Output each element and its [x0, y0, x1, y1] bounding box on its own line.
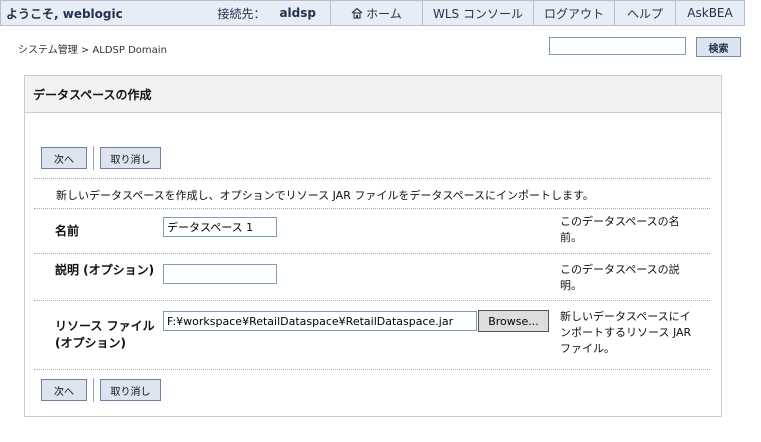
resource-file-label: リソース ファイル (オプション)	[55, 319, 155, 350]
name-hint: このデータスペースの名前。	[560, 215, 680, 244]
breadcrumb[interactable]: システム管理 > ALDSP Domain	[18, 41, 167, 56]
description-input[interactable]	[163, 264, 277, 284]
name-label: 名前	[55, 224, 80, 238]
search-button[interactable]: 検索	[696, 37, 741, 57]
name-input[interactable]	[163, 217, 277, 237]
home-link[interactable]: ホーム	[330, 1, 422, 25]
resource-file-hint: 新しいデータスペースにインポートするリソース JAR ファイル。	[560, 310, 692, 355]
resource-file-input[interactable]	[163, 311, 477, 331]
wls-console-label: WLS コンソール	[433, 6, 523, 21]
button-separator-bottom	[93, 378, 94, 402]
search-input[interactable]	[549, 37, 686, 55]
help-label: ヘルプ	[626, 6, 663, 21]
browse-button[interactable]: Browse...	[478, 310, 549, 332]
button-separator-top	[93, 146, 94, 170]
askbea-label: AskBEA	[687, 6, 733, 20]
next-button-bottom[interactable]: 次へ	[41, 379, 87, 401]
top-header-bar: ようこそ, weblogic 接続先： aldsp ホーム WLS コンソール …	[0, 0, 745, 26]
next-button-top[interactable]: 次へ	[41, 147, 87, 169]
header-nav: ホーム WLS コンソール ログアウト ヘルプ AskBEA	[330, 1, 744, 25]
panel-description: 新しいデータスペースを作成し、オプションでリソース JAR ファイルをデータスペ…	[56, 189, 594, 202]
divider	[34, 178, 710, 179]
create-dataspace-panel: データスペースの作成	[24, 75, 722, 417]
logout-link[interactable]: ログアウト	[533, 1, 614, 25]
home-link-label: ホーム	[366, 6, 402, 21]
panel-title: データスペースの作成	[25, 76, 721, 113]
askbea-link[interactable]: AskBEA	[675, 1, 744, 25]
connection-info: 接続先： aldsp	[196, 1, 330, 25]
divider	[34, 300, 710, 301]
connect-label: 接続先：	[217, 6, 266, 21]
divider	[34, 369, 710, 370]
divider	[34, 253, 710, 254]
description-label: 説明 (オプション)	[55, 263, 155, 277]
logout-label: ログアウト	[543, 6, 604, 21]
wls-console-link[interactable]: WLS コンソール	[422, 1, 533, 25]
help-link[interactable]: ヘルプ	[614, 1, 675, 25]
welcome-text: ようこそ, weblogic	[6, 6, 123, 21]
home-icon	[351, 7, 363, 19]
divider	[34, 208, 710, 209]
cancel-button-bottom[interactable]: 取り消し	[100, 379, 161, 401]
server-name: aldsp	[279, 6, 316, 20]
description-hint: このデータスペースの説明。	[560, 263, 680, 292]
cancel-button-top[interactable]: 取り消し	[100, 147, 161, 169]
